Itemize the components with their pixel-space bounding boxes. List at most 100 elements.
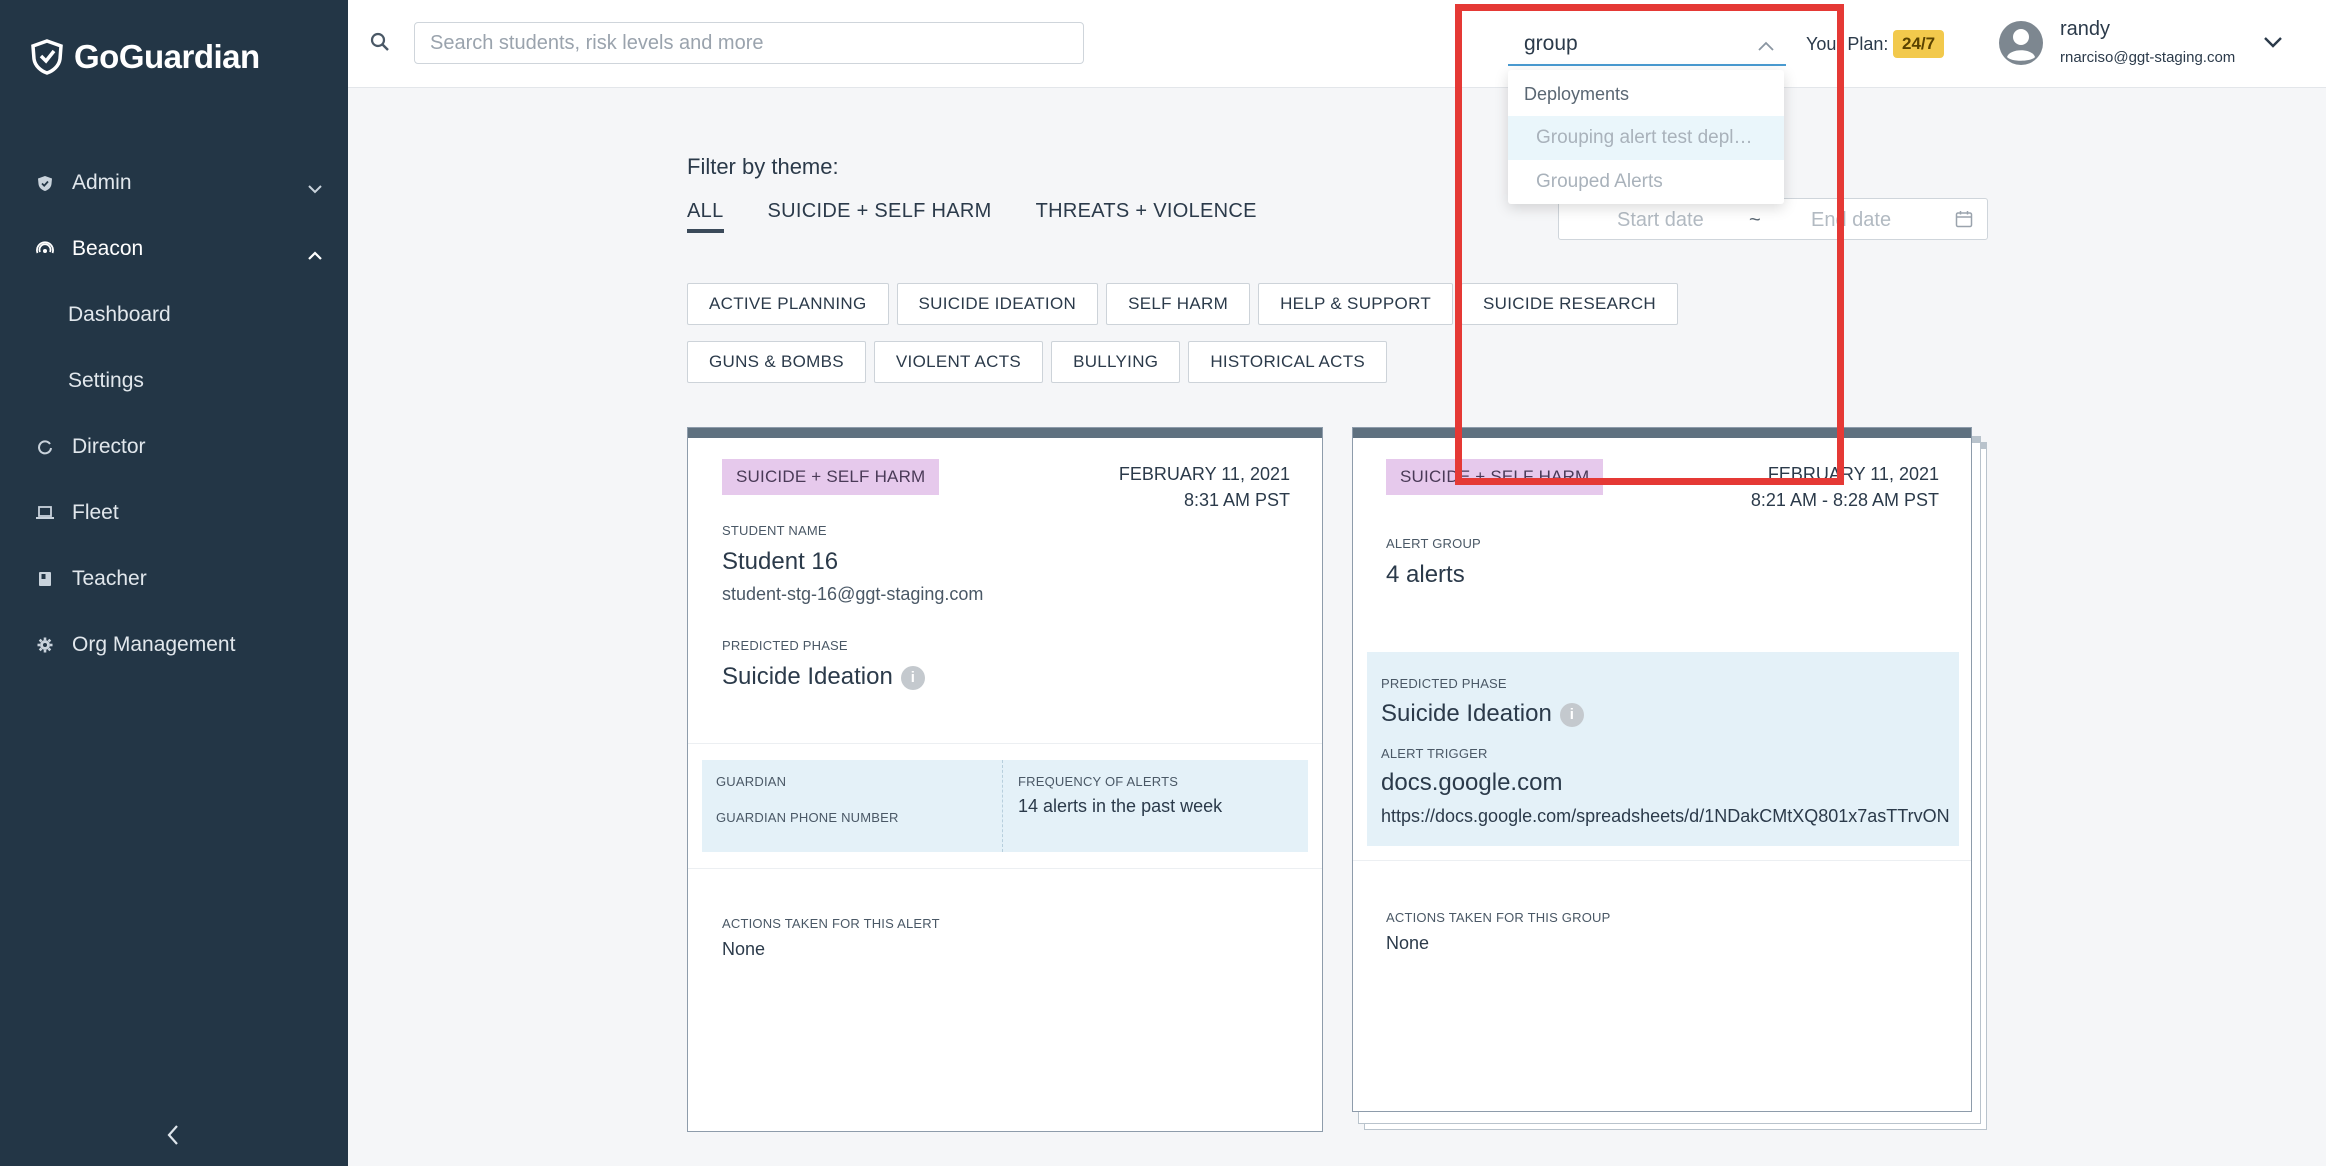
sidebar-nav: Admin Beacon Dashboard Settings Director bbox=[0, 150, 348, 678]
avatar[interactable] bbox=[1998, 20, 2044, 66]
sidebar-item-director[interactable]: Director bbox=[0, 414, 348, 480]
actions-label: ACTIONS TAKEN FOR THIS GROUP bbox=[1386, 910, 1611, 925]
chip-guns-bombs[interactable]: GUNS & BOMBS bbox=[687, 341, 866, 383]
sidebar-item-label: Teacher bbox=[72, 567, 147, 590]
beacon-icon bbox=[36, 240, 54, 258]
predicted-phase: Suicide Ideation i bbox=[722, 663, 925, 691]
alert-date: FEBRUARY 11, 2021 8:21 AM - 8:28 AM PST bbox=[1751, 461, 1939, 513]
student-email: student-stg-16@ggt-staging.com bbox=[722, 584, 984, 604]
deployment-dropdown: Deployments Grouping alert test deployme… bbox=[1508, 70, 1784, 204]
laptop-icon bbox=[36, 504, 54, 522]
alert-card[interactable]: SUICIDE + SELF HARM FEBRUARY 11, 2021 8:… bbox=[687, 427, 1323, 1132]
sidebar-item-settings[interactable]: Settings bbox=[0, 348, 348, 414]
alert-trigger-url[interactable]: https://docs.google.com/spreadsheets/d/1… bbox=[1381, 806, 1951, 827]
alert-date-time: 8:31 AM PST bbox=[1183, 490, 1290, 510]
shield-logo-icon bbox=[31, 39, 63, 75]
chip-active-planning[interactable]: ACTIVE PLANNING bbox=[687, 283, 889, 325]
theme-badge: SUICIDE + SELF HARM bbox=[722, 459, 940, 495]
deployment-search-input[interactable]: group bbox=[1508, 22, 1786, 66]
info-icon[interactable]: i bbox=[1559, 702, 1584, 727]
goguardian-logo[interactable]: GoGuardian bbox=[30, 38, 260, 76]
predicted-phase-value: Suicide Ideation bbox=[722, 663, 893, 690]
chip-suicide-ideation[interactable]: SUICIDE IDEATION bbox=[896, 283, 1099, 325]
predicted-phase-label: PREDICTED PHASE bbox=[722, 638, 848, 653]
info-icon[interactable]: i bbox=[900, 665, 925, 690]
sidebar-item-label: Fleet bbox=[72, 501, 119, 524]
theme-tabs: ALL SUICIDE + SELF HARM THREATS + VIOLEN… bbox=[687, 200, 1257, 233]
end-date-input[interactable]: End date bbox=[1811, 209, 1891, 232]
chevron-up-icon bbox=[308, 242, 322, 266]
guardian-panel: GUARDIAN GUARDIAN PHONE NUMBER FREQUENCY… bbox=[702, 760, 1308, 852]
plan-label: Your Plan: bbox=[1806, 34, 1889, 54]
search-icon bbox=[370, 32, 390, 57]
sidebar-item-admin[interactable]: Admin bbox=[0, 150, 348, 216]
sidebar-item-label: Settings bbox=[68, 369, 144, 392]
dropdown-item-grouped-alerts[interactable]: Grouped Alerts bbox=[1508, 160, 1784, 204]
divider bbox=[688, 743, 1322, 744]
filter-label: Filter by theme: bbox=[687, 154, 839, 179]
sidebar-item-beacon[interactable]: Beacon bbox=[0, 216, 348, 282]
student-name[interactable]: Student 16 bbox=[722, 548, 838, 576]
guardian-phone-label: GUARDIAN PHONE NUMBER bbox=[716, 810, 899, 825]
sidebar-item-teacher[interactable]: Teacher bbox=[0, 546, 348, 612]
alert-group-count[interactable]: 4 alerts bbox=[1386, 561, 1465, 589]
start-date-input[interactable]: Start date bbox=[1617, 209, 1704, 232]
sidebar-item-label: Org Management bbox=[72, 633, 236, 656]
chip-violent-acts[interactable]: VIOLENT ACTS bbox=[873, 341, 1044, 383]
sidebar-item-org-management[interactable]: Org Management bbox=[0, 612, 348, 678]
predicted-phase-label: PREDICTED PHASE bbox=[1381, 676, 1507, 691]
alert-group-label: ALERT GROUP bbox=[1386, 536, 1481, 551]
actions-value: None bbox=[1386, 933, 1430, 953]
divider bbox=[688, 868, 1322, 869]
alert-trigger-domain: docs.google.com bbox=[1381, 769, 1563, 796]
sidebar-item-label: Director bbox=[72, 435, 146, 458]
sidebar-item-fleet[interactable]: Fleet bbox=[0, 480, 348, 546]
chip-suicide-research[interactable]: SUICIDE RESEARCH bbox=[1461, 283, 1678, 325]
book-icon bbox=[36, 570, 54, 588]
sidebar-item-label: Beacon bbox=[72, 237, 144, 260]
date-range-picker[interactable]: Start date ~ End date bbox=[1558, 198, 1988, 240]
alert-date: FEBRUARY 11, 2021 8:31 AM PST bbox=[1119, 461, 1290, 513]
card-top-bar bbox=[688, 428, 1322, 438]
dropdown-header: Deployments bbox=[1524, 84, 1630, 104]
chevron-down-icon[interactable] bbox=[2264, 36, 2282, 54]
sidebar-item-label: Admin bbox=[72, 171, 132, 194]
brand-name: GoGuardian bbox=[74, 38, 260, 75]
chip-self-harm[interactable]: SELF HARM bbox=[1106, 283, 1251, 325]
deployment-search-value: group bbox=[1524, 32, 1578, 55]
shield-check-icon bbox=[36, 174, 54, 192]
chevron-up-icon[interactable] bbox=[1758, 38, 1774, 56]
search-input[interactable] bbox=[414, 22, 1084, 64]
sidebar-item-label: Dashboard bbox=[68, 303, 171, 326]
theme-chips: ACTIVE PLANNING SUICIDE IDEATION SELF HA… bbox=[687, 283, 1687, 399]
sidebar-item-dashboard[interactable]: Dashboard bbox=[0, 282, 348, 348]
tab-all[interactable]: ALL bbox=[687, 200, 724, 233]
frequency-value: 14 alerts in the past week bbox=[1018, 796, 1223, 816]
actions-label: ACTIONS TAKEN FOR THIS ALERT bbox=[722, 916, 940, 931]
dropdown-item-grouping-alert-test[interactable]: Grouping alert test deployment bbox=[1508, 116, 1784, 160]
actions-value: None bbox=[722, 939, 766, 959]
chip-bullying[interactable]: BULLYING bbox=[1051, 341, 1181, 383]
predicted-phase-value: Suicide Ideation bbox=[1381, 700, 1552, 727]
chip-help-support[interactable]: HELP & SUPPORT bbox=[1258, 283, 1454, 325]
alert-date-time: 8:21 AM - 8:28 AM PST bbox=[1750, 490, 1939, 510]
tab-suicide-self-harm[interactable]: SUICIDE + SELF HARM bbox=[768, 200, 992, 233]
phase-trigger-panel: PREDICTED PHASE Suicide Ideation i ALERT … bbox=[1367, 652, 1959, 846]
alert-trigger-label: ALERT TRIGGER bbox=[1381, 746, 1488, 761]
predicted-phase: Suicide Ideation i bbox=[1381, 700, 1584, 728]
chip-historical-acts[interactable]: HISTORICAL ACTS bbox=[1188, 341, 1388, 383]
chevron-down-icon bbox=[308, 176, 322, 200]
calendar-icon[interactable] bbox=[1955, 210, 1973, 233]
card-top-bar bbox=[1353, 428, 1971, 438]
tab-threats-violence[interactable]: THREATS + VIOLENCE bbox=[1036, 200, 1257, 233]
top-bar: group Your Plan: 24/7 randy rnarciso@ggt… bbox=[348, 0, 2326, 88]
guardian-label: GUARDIAN bbox=[716, 774, 787, 789]
director-icon bbox=[36, 438, 54, 456]
frequency-label: FREQUENCY OF ALERTS bbox=[1018, 774, 1179, 789]
collapse-sidebar-icon[interactable] bbox=[166, 1124, 186, 1148]
user-email: rnarciso@ggt-staging.com bbox=[2060, 49, 2236, 66]
alert-group-card[interactable]: SUICIDE + SELF HARM FEBRUARY 11, 2021 8:… bbox=[1352, 427, 1972, 1112]
panel-divider bbox=[1002, 760, 1003, 852]
sidebar: GoGuardian Admin Beacon Dashboard Settin… bbox=[0, 0, 348, 1166]
alert-date-day: FEBRUARY 11, 2021 bbox=[1767, 464, 1939, 484]
